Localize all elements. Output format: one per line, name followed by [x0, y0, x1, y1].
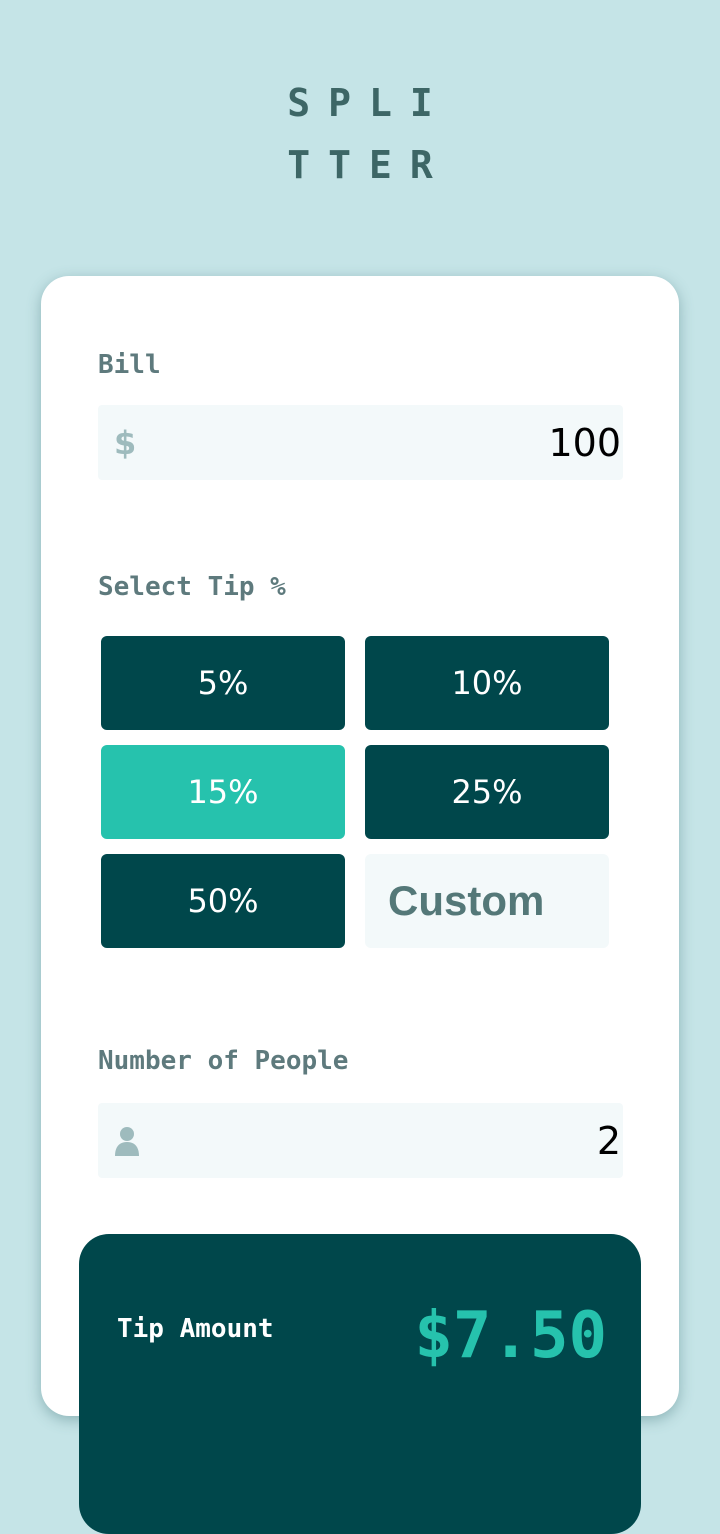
logo-line-1: SPLI [287, 81, 451, 125]
tip-button-5[interactable]: 5% [101, 636, 345, 730]
bill-value: 100 [548, 420, 621, 465]
tip-button-10[interactable]: 10% [365, 636, 609, 730]
tip-amount-label: Tip Amount [117, 1314, 274, 1344]
tip-amount-value: $7.50 [414, 1299, 607, 1373]
custom-tip-input[interactable]: Custom [365, 854, 609, 948]
tip-button-15[interactable]: 15% [101, 745, 345, 839]
person-icon [114, 1126, 140, 1156]
number-of-people-label: Number of People [98, 1046, 349, 1076]
select-tip-label: Select Tip % [98, 572, 286, 602]
bill-label: Bill [98, 350, 161, 380]
bill-input[interactable]: $ 100 [98, 405, 623, 480]
logo-line-2: TTER [287, 143, 451, 187]
people-input[interactable]: 2 [98, 1103, 623, 1178]
calculator-card: Bill $ 100 Select Tip % 5% 10% 15% 25% 5… [41, 276, 679, 1534]
app-logo: SPLI TTER [0, 72, 720, 196]
tip-button-50[interactable]: 50% [101, 854, 345, 948]
people-value: 2 [596, 1118, 621, 1163]
results-panel: Tip Amount $7.50 [79, 1234, 641, 1534]
tip-button-25[interactable]: 25% [365, 745, 609, 839]
dollar-icon: $ [114, 423, 137, 462]
